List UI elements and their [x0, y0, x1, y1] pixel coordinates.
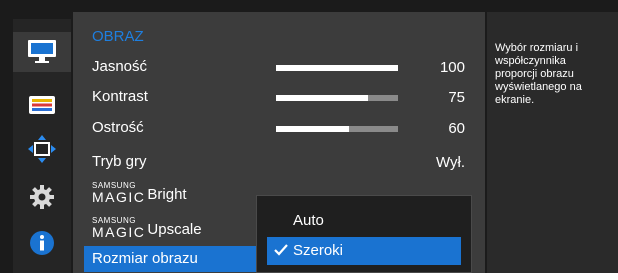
magic-bright-label: SAMSUNG MAGIC Bright [92, 182, 187, 205]
sidebar-item-picture[interactable] [13, 32, 71, 72]
menu-row-sharpness[interactable]: Ostrość 60 [73, 113, 485, 143]
sidebar-item-color[interactable] [13, 85, 71, 125]
option-label: Auto [293, 212, 324, 229]
monitor-icon [28, 40, 56, 63]
slider-fill [276, 65, 398, 71]
menu-row-brightness[interactable]: Jasność 100 [73, 52, 485, 82]
brand-magic: MAGIC [92, 224, 146, 240]
magic-upscale-label: SAMSUNG MAGIC Upscale [92, 217, 202, 240]
magic-word: Upscale [147, 221, 202, 238]
brand-magic: MAGIC [92, 189, 146, 205]
help-panel: Wybór rozmiaru i współczynnika proporcji… [487, 12, 618, 273]
brightness-slider[interactable] [276, 65, 398, 71]
sharpness-slider[interactable] [276, 126, 398, 132]
sidebar-item-info[interactable] [13, 223, 71, 263]
magic-word: Bright [147, 186, 187, 203]
row-value: Wył. [435, 154, 465, 171]
row-label: Tryb gry [92, 153, 147, 170]
contrast-slider[interactable] [276, 95, 398, 101]
picture-size-submenu: Auto Szeroki [256, 195, 472, 273]
menu-title: OBRAZ [92, 28, 144, 45]
menu-row-game-mode[interactable]: Tryb gry Wył. [73, 147, 485, 177]
gear-icon [30, 185, 54, 209]
menu-row-contrast[interactable]: Kontrast 75 [73, 82, 485, 112]
row-label: Jasność [92, 58, 148, 75]
slider-fill [276, 95, 368, 101]
menu-row-picture-size[interactable]: Rozmiar obrazu [84, 246, 267, 272]
monitor-osd: OBRAZ Jasność 100 Kontrast 75 Ostrość 60… [0, 0, 618, 273]
row-label: Rozmiar obrazu [92, 250, 198, 267]
row-label: Kontrast [92, 88, 148, 105]
resize-icon [28, 135, 56, 163]
slider-fill [276, 126, 350, 132]
row-label: Ostrość [92, 119, 144, 136]
option-auto[interactable]: Auto [267, 207, 461, 235]
row-value: 75 [448, 89, 465, 106]
help-text: Wybór rozmiaru i współczynnika proporcji… [495, 42, 582, 106]
row-value: 100 [439, 59, 465, 76]
option-wide[interactable]: Szeroki [267, 237, 461, 265]
row-value: 60 [448, 120, 465, 137]
osd-sidebar [13, 19, 71, 273]
checkmark-icon [274, 244, 288, 256]
info-icon [30, 231, 54, 255]
sidebar-item-system[interactable] [13, 177, 71, 217]
option-label: Szeroki [293, 242, 344, 259]
color-bars-icon [29, 96, 55, 114]
sidebar-item-size-position[interactable] [13, 129, 71, 169]
